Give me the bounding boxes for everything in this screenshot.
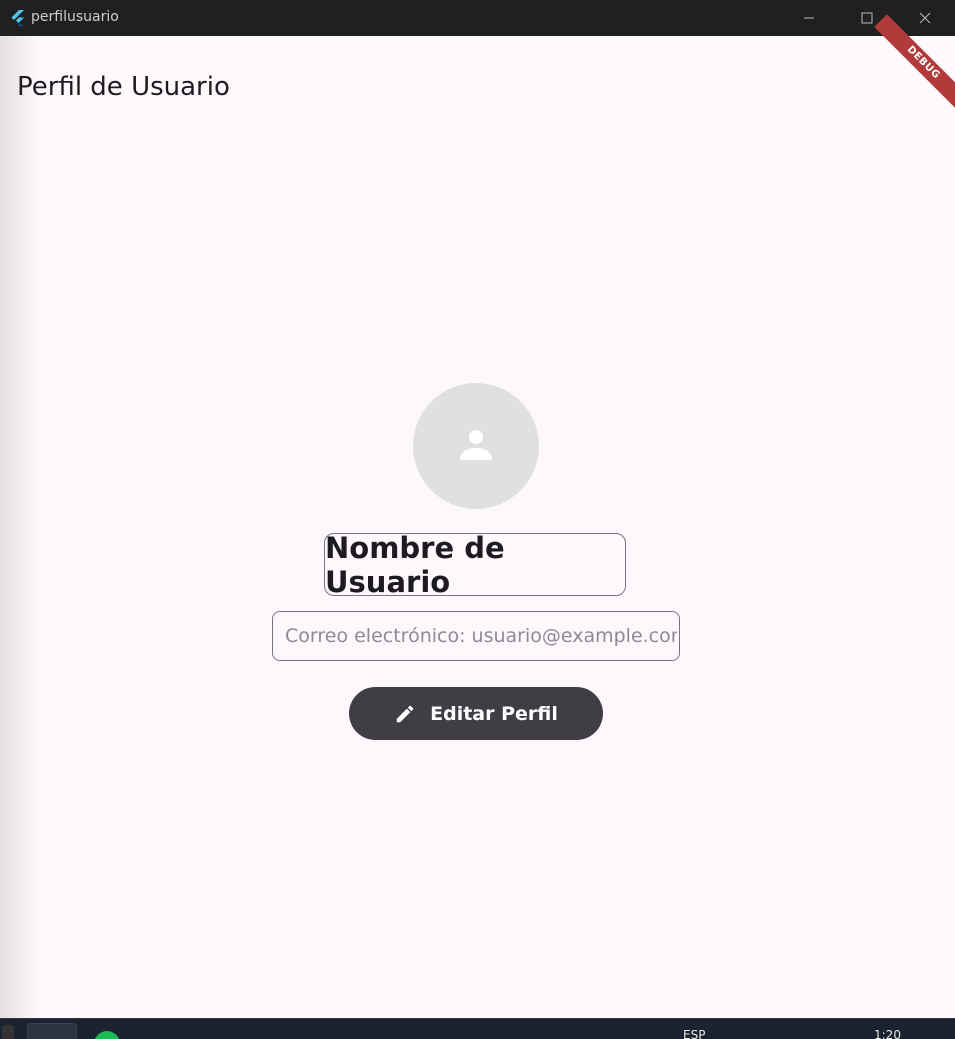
taskbar-app-icon[interactable] <box>2 1025 14 1039</box>
clock[interactable]: 1:20 <box>874 1028 901 1039</box>
flutter-logo-icon <box>11 10 24 26</box>
maximize-icon <box>861 12 873 24</box>
minimize-icon <box>804 17 814 19</box>
email-field[interactable] <box>283 624 679 648</box>
window-title: perfilusuario <box>31 9 119 25</box>
edit-profile-label: Editar Perfil <box>430 702 558 725</box>
minimize-button[interactable] <box>780 0 838 36</box>
email-field-container[interactable] <box>272 611 680 661</box>
taskbar-active-app[interactable] <box>27 1023 77 1039</box>
close-button[interactable] <box>896 0 954 36</box>
username-box: Nombre de Usuario <box>324 530 626 599</box>
close-icon <box>919 12 931 24</box>
language-indicator[interactable]: ESP <box>683 1028 705 1039</box>
username-text: Nombre de Usuario <box>325 530 505 599</box>
taskbar: ESP 1:20 <box>0 1018 955 1039</box>
person-icon <box>460 430 492 460</box>
app-window: perfilusuario Perfil de Usuario DEBUG No… <box>0 0 955 1018</box>
page-title: Perfil de Usuario <box>17 72 230 103</box>
edit-profile-button[interactable]: Editar Perfil <box>349 687 603 740</box>
left-edge-shadow <box>0 36 40 1018</box>
title-bar[interactable]: perfilusuario <box>0 0 955 36</box>
pencil-icon <box>396 705 414 722</box>
avatar <box>413 383 539 509</box>
